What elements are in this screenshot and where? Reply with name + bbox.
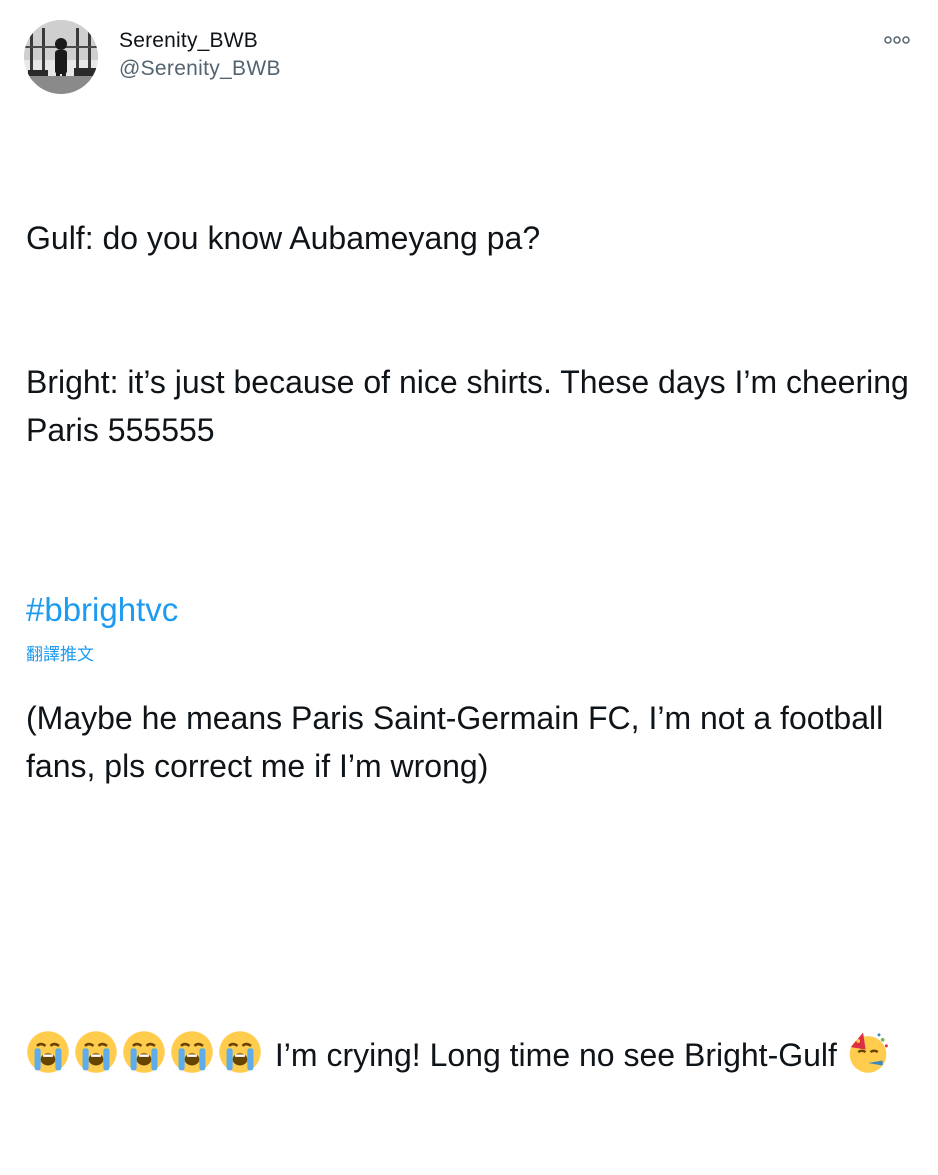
loudly-crying-face-icon [123,1031,165,1073]
tweet-line-2: Bright: it’s just because of nice shirts… [26,364,918,448]
loudly-crying-face-icon [75,1031,117,1073]
partying-face-icon [849,1032,888,1073]
tweet-text: Gulf: do you know Aubameyang pa? Bright:… [26,118,916,1175]
tweet-line-1: Gulf: do you know Aubameyang pa? [26,220,541,256]
loudly-crying-face-icon [27,1031,69,1073]
tweet-line-3: (Maybe he means Paris Saint-Germain FC, … [26,700,893,784]
avatar[interactable] [24,20,98,94]
tweet-header: Serenity_BWB @Serenity_BWB [24,18,918,98]
avatar-photo-icon [24,20,98,94]
more-options-button[interactable] [882,32,912,48]
more-dots-icon [884,36,910,44]
hashtag-link[interactable]: #bbrightvc [26,586,178,634]
loudly-crying-face-icon [171,1031,213,1073]
display-name[interactable]: Serenity_BWB [119,28,281,54]
tweet-line-4: I’m crying! Long time no see Bright-Gulf [26,1030,916,1079]
translate-tweet-link[interactable]: 翻譯推文 [26,644,94,666]
tweet-line-4-text: I’m crying! Long time no see Bright-Gulf [266,1037,846,1073]
tweet-card: Serenity_BWB @Serenity_BWB Gulf: do you … [0,0,938,1073]
user-handle[interactable]: @Serenity_BWB [119,55,281,83]
loudly-crying-face-icon [219,1031,261,1073]
user-name-block: Serenity_BWB @Serenity_BWB [119,28,281,83]
